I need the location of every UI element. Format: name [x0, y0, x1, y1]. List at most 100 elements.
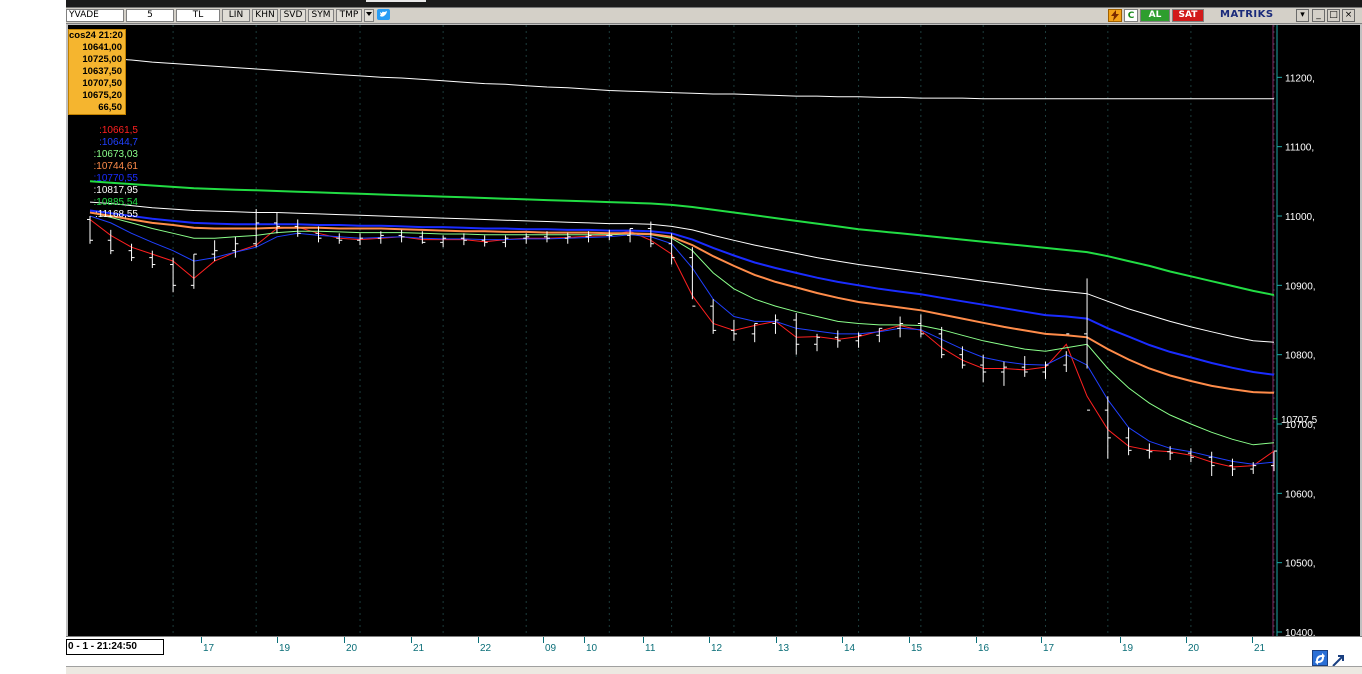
left-blank-margin [0, 0, 66, 674]
tmp-button[interactable]: TMP [336, 9, 362, 22]
x-tick-mark [1120, 637, 1121, 643]
x-tick-mark [543, 637, 544, 643]
top-strip-notch [366, 0, 426, 2]
ma-series-5 [89, 209, 1275, 376]
minimize-window-icon[interactable]: _ [1312, 9, 1325, 22]
price-bar [440, 235, 447, 248]
x-tick-label: 09 [545, 643, 557, 654]
x-tick-label: 21 [413, 643, 425, 654]
ma-series-4 [89, 211, 1275, 394]
sym-button[interactable]: SYM [308, 9, 334, 22]
y-tick-label: 11100, [1285, 143, 1314, 154]
price-bar [772, 314, 779, 334]
price-bar [1063, 333, 1070, 372]
price-bar [793, 313, 800, 355]
period-field[interactable]: 5 [126, 9, 174, 22]
price-bar [1104, 396, 1111, 459]
y-tick-label: 11000, [1285, 212, 1315, 223]
expand-icon[interactable] [1332, 652, 1344, 667]
khn-button[interactable]: KHN [252, 9, 278, 22]
price-chart-area[interactable]: 11200, 11100, 11000, 10900, 10800, 10700, 1060… [68, 25, 1360, 636]
ohlc-average: 10675,20 [82, 90, 122, 101]
ohlc-open: 10641,00 [82, 42, 122, 53]
x-tick-mark [201, 637, 202, 643]
x-tick-label: 17 [1043, 643, 1055, 654]
ma-legend-item: :10885,54 [93, 197, 139, 208]
lin-button[interactable]: LIN [222, 9, 250, 22]
y-axis: 11200,11100,11000,10900,10800,10700,1060… [1272, 25, 1316, 636]
sync-icon[interactable] [1312, 650, 1328, 666]
price-bar [897, 316, 904, 338]
x-tick-mark [643, 637, 644, 643]
price-bar [502, 235, 509, 248]
current-time-box: 0 - 1 - 21:24:50 [66, 639, 164, 655]
price-bar [855, 332, 862, 348]
time-axis-bar: 0 - 1 - 21:24:50 17 19 20 21 22 09 10 11 12 13 14 1… [66, 636, 1362, 666]
ma-legend-item: :10661,5 [99, 125, 138, 136]
ohlc-high: 10725,00 [82, 54, 122, 65]
chart-window: YVADE 5 TL LIN KHN SVD SYM TMP C AL SAT … [66, 0, 1362, 674]
currency-field[interactable]: TL [176, 9, 220, 22]
ohlc-info-box: cos24 21:20 10641,00 10725,00 10637,50 1… [68, 29, 126, 115]
x-tick-label: 19 [279, 643, 291, 654]
price-bar [938, 326, 945, 359]
moving-average-legend: :10661,5:10644,7:10673,03:10744,61:10770… [68, 125, 143, 221]
ma-legend-item: :10770,55 [93, 173, 139, 184]
x-tick-label: 22 [480, 643, 492, 654]
y-tick-label: 10800, [1285, 351, 1316, 362]
y-tick-label: 10400, [1285, 628, 1316, 636]
price-bar [1208, 451, 1215, 476]
current-price-label: 10707,5 [1281, 415, 1318, 426]
vade-field[interactable]: YVADE [66, 9, 124, 22]
close-icon[interactable]: × [1342, 9, 1355, 22]
price-chart-svg[interactable]: 11200,11100,11000,10900,10800,10700,1060… [68, 25, 1360, 636]
price-bar [190, 253, 197, 289]
restore-icon[interactable]: □ [1327, 9, 1340, 22]
ma-legend-item: :10744,61 [93, 161, 139, 172]
price-bar [710, 299, 717, 334]
ohlc-change: 66,50 [98, 102, 122, 113]
ma-legend-item: :10644,7 [99, 137, 138, 148]
ma-legend-item: :10817,95 [93, 185, 139, 196]
matriks-brand-logo: MATRIKS [1220, 9, 1274, 20]
twitter-icon[interactable] [376, 9, 390, 22]
price-bar [398, 229, 405, 243]
ma-legend-item: :10673,03 [93, 149, 139, 160]
x-tick-mark [277, 637, 278, 643]
grid-layer [172, 25, 1275, 636]
x-tick-label: 15 [911, 643, 923, 654]
x-tick-label: 12 [711, 643, 723, 654]
x-tick-mark [1186, 637, 1187, 643]
x-tick-label: 11 [645, 643, 656, 654]
x-tick-label: 21 [1254, 643, 1266, 654]
ohlc-low: 10637,50 [82, 66, 122, 77]
ma-series-6 [89, 201, 1275, 343]
x-tick-mark [976, 637, 977, 643]
ohlc-date: cos24 21:20 [69, 30, 123, 41]
x-tick-label: 20 [1188, 643, 1200, 654]
x-tick-mark [411, 637, 412, 643]
ma-series-3 [89, 212, 1275, 446]
x-tick-mark [776, 637, 777, 643]
x-tick-mark [909, 637, 910, 643]
horizontal-scrollbar[interactable] [66, 666, 1362, 674]
svd-button[interactable]: SVD [280, 9, 306, 22]
x-tick-mark [584, 637, 585, 643]
price-bar [481, 235, 488, 247]
top-strip [66, 0, 1362, 8]
y-tick-label: 10600, [1285, 489, 1316, 500]
refresh-icon[interactable]: C [1124, 9, 1138, 22]
ma-series-7 [89, 180, 1275, 296]
lightning-icon[interactable] [1108, 9, 1122, 22]
price-bar [689, 247, 696, 307]
minimize-icon[interactable]: ▾ [1296, 9, 1309, 22]
x-tick-mark [1041, 637, 1042, 643]
sell-button[interactable]: SAT [1172, 9, 1204, 22]
buy-button[interactable]: AL [1140, 9, 1170, 22]
x-tick-label: 17 [203, 643, 215, 654]
chart-toolbar: YVADE 5 TL LIN KHN SVD SYM TMP C AL SAT … [66, 8, 1362, 24]
x-tick-label: 16 [978, 643, 990, 654]
dropdown-arrow-icon[interactable] [364, 9, 374, 22]
price-bar [1271, 450, 1277, 472]
moving-average-series [89, 56, 1275, 468]
